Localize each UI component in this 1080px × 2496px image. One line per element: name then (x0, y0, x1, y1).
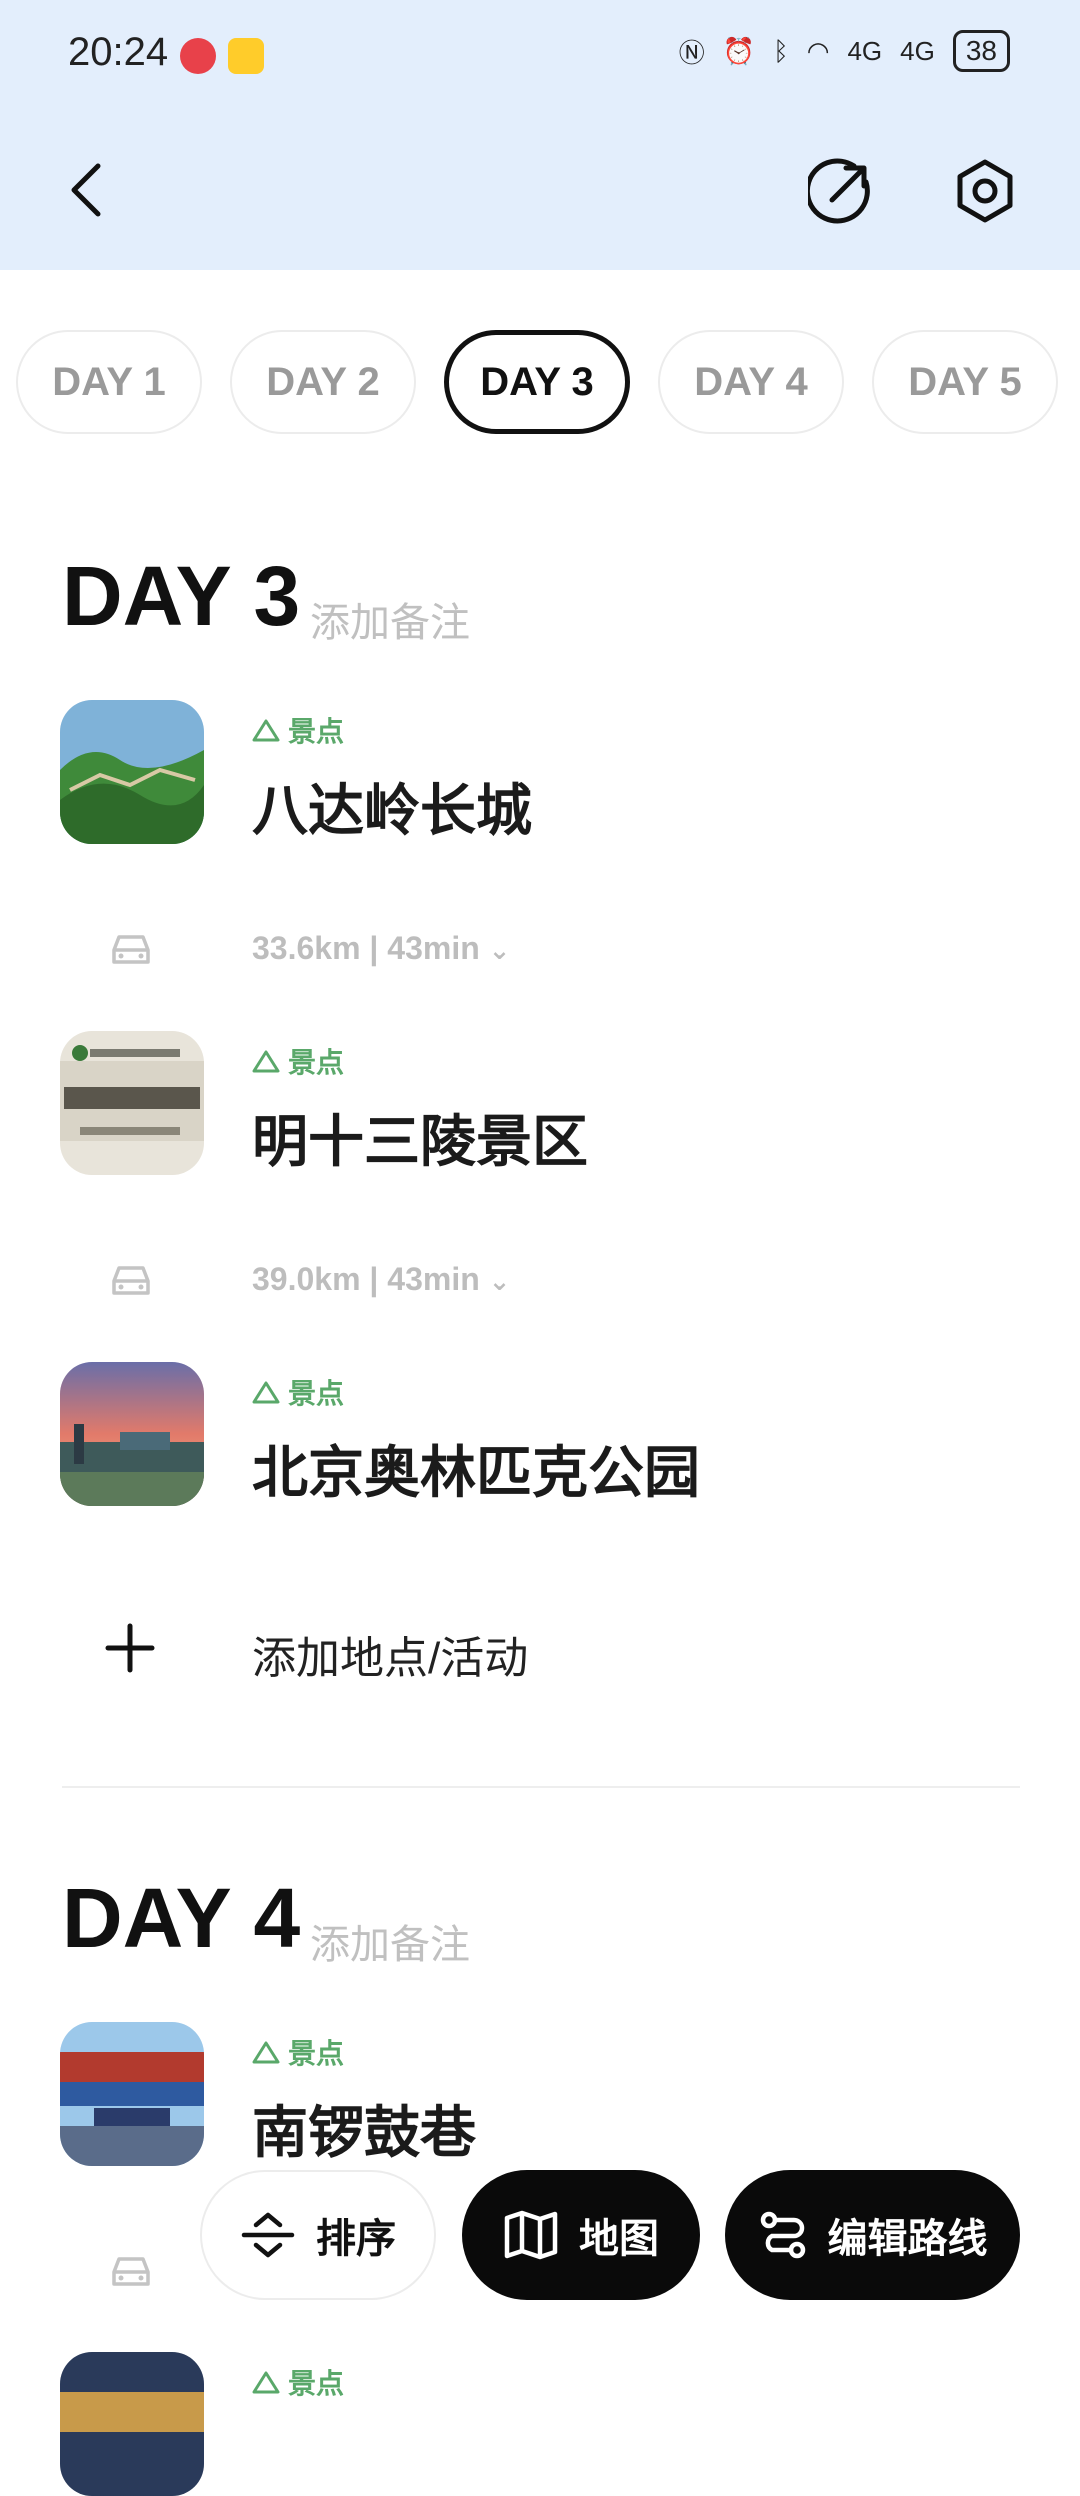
place-name[interactable]: 八达岭长城 (252, 766, 532, 847)
nfc-icon: Ⓝ (678, 37, 705, 68)
tab-day-3[interactable]: DAY 3 (444, 330, 630, 434)
map-label: 地图 (579, 2217, 659, 2261)
car-icon (112, 935, 150, 964)
chevron-down-icon: ⌄ (488, 935, 511, 965)
route-distance-time: 39.0km | 43min (252, 1261, 480, 1297)
signal-icon: 4G (900, 35, 935, 66)
edit-route-button[interactable]: 编辑路线 (725, 2170, 1020, 2300)
signal-icon: 4G (847, 35, 883, 66)
map-icon (504, 2210, 558, 2260)
settings-icon[interactable] (952, 158, 1018, 224)
map-button[interactable]: 地图 (462, 2170, 700, 2300)
place-name[interactable]: 北京奥林匹克公园 (252, 1428, 700, 1509)
place-tag-label: 景点 (288, 2038, 345, 2069)
wifi-icon: ◠ (806, 35, 830, 66)
section-divider (62, 1786, 1020, 1788)
place-thumbnail[interactable] (60, 1362, 204, 1506)
add-place-label: 添加地点/活动 (252, 1634, 529, 1683)
mountain-icon (252, 719, 280, 742)
edit-route-label: 编辑路线 (827, 2217, 988, 2261)
add-note-link[interactable]: 添加备注 (310, 590, 470, 648)
day-title: DAY 3 (62, 549, 301, 643)
place-tag-label: 景点 (288, 1047, 345, 1078)
tab-day-5[interactable]: DAY 5 (872, 330, 1058, 434)
place-thumbnail[interactable] (60, 700, 204, 844)
notification-app-icon (228, 38, 264, 74)
tab-day-2[interactable]: DAY 2 (230, 330, 416, 434)
day-tabs: DAY 1 DAY 2 DAY 3 DAY 4 DAY 5 (0, 330, 1080, 438)
status-icons: Ⓝ ⏰ ᛒ ◠ 4G 4G 38 (679, 30, 1010, 72)
place-tag-label: 景点 (288, 716, 345, 747)
status-time: 20:24 (68, 30, 169, 74)
tab-day-4[interactable]: DAY 4 (658, 330, 844, 434)
app-header: 20:24 Ⓝ ⏰ ᛒ ◠ 4G 4G 38 (0, 0, 1080, 270)
route-info[interactable]: 33.6km | 43min ⌄ (252, 930, 510, 967)
chevron-down-icon: ⌄ (488, 1266, 511, 1296)
route-distance-time: 33.6km | 43min (252, 930, 480, 966)
car-icon (112, 2257, 150, 2286)
place-name[interactable]: 明十三陵景区 (252, 1097, 588, 1178)
route-icon (760, 2211, 805, 2259)
place-thumbnail[interactable] (60, 1031, 204, 1175)
plus-icon (105, 1623, 155, 1673)
car-icon (112, 1266, 150, 1295)
sort-button[interactable]: 排序 (200, 2170, 436, 2300)
sort-label: 排序 (316, 2217, 396, 2261)
bluetooth-icon: ᛒ (773, 35, 789, 66)
place-tag: 景点 (252, 1041, 344, 1081)
place-name[interactable]: 南锣鼓巷 (252, 2088, 476, 2169)
mountain-icon (252, 1381, 280, 1404)
mountain-icon (252, 1050, 280, 1073)
place-tag-label: 景点 (288, 1378, 345, 1409)
place-thumbnail[interactable] (60, 2352, 204, 2496)
sort-icon (241, 2212, 295, 2258)
add-place-button[interactable]: 添加地点/活动 (0, 1604, 1080, 1694)
place-tag-label: 景点 (288, 2368, 345, 2399)
back-icon[interactable] (62, 160, 112, 220)
alarm-icon: ⏰ (722, 35, 756, 66)
place-tag: 景点 (252, 2362, 344, 2402)
place-tag: 景点 (252, 1372, 344, 1412)
place-tag: 景点 (252, 710, 344, 750)
place-tag: 景点 (252, 2032, 344, 2072)
tab-day-1[interactable]: DAY 1 (16, 330, 202, 434)
day-title: DAY 4 (62, 1871, 301, 1965)
battery-icon: 38 (952, 30, 1010, 72)
place-thumbnail[interactable] (60, 2022, 204, 2166)
notification-app-icon (180, 38, 216, 74)
mountain-icon (252, 2371, 280, 2394)
mountain-icon (252, 2041, 280, 2064)
route-info[interactable]: 39.0km | 43min ⌄ (252, 1261, 510, 1298)
share-icon[interactable] (808, 158, 874, 224)
add-note-link[interactable]: 添加备注 (310, 1912, 470, 1970)
